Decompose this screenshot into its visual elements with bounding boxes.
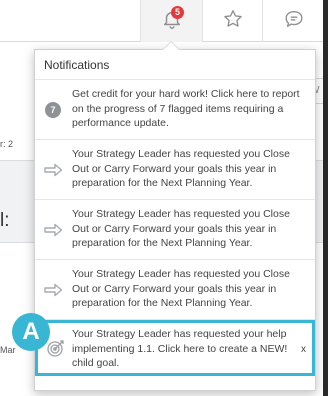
chat-icon — [283, 8, 305, 35]
notifications-button[interactable]: 5 — [140, 0, 202, 42]
notification-text: Your Strategy Leader has requested your … — [72, 328, 288, 369]
callout-marker: A — [12, 313, 50, 351]
notifications-dropdown: Notifications 7 Get credit for your hard… — [34, 49, 316, 391]
background-label-fragment: l: — [0, 210, 10, 231]
dropdown-caret — [163, 42, 179, 50]
notification-text: Your Strategy Leader has requested you C… — [72, 208, 290, 249]
notification-text: Get credit for your hard work! Click her… — [72, 88, 300, 129]
notifications-header: Notifications — [35, 50, 315, 80]
notification-item[interactable]: Your Strategy Leader has requested you C… — [35, 140, 315, 200]
star-icon — [222, 8, 244, 35]
top-toolbar: 5 — [0, 0, 328, 42]
count-badge-icon: 7 — [42, 99, 64, 121]
background-text-fragment: Mar — [0, 345, 16, 355]
arrow-right-icon — [42, 219, 64, 241]
highlighted-notification-item[interactable]: Your Strategy Leader has requested your … — [35, 320, 315, 376]
notification-item[interactable]: 7 Get credit for your hard work! Click h… — [35, 80, 315, 140]
favorites-button[interactable] — [202, 0, 262, 42]
flagged-count-badge: 7 — [45, 101, 61, 118]
messages-button[interactable] — [262, 0, 324, 42]
dismiss-notification-button[interactable]: x — [301, 343, 306, 358]
arrow-right-icon — [42, 159, 64, 181]
notification-item[interactable]: Your Strategy Leader has requested you C… — [35, 200, 315, 260]
arrow-right-icon — [42, 279, 64, 301]
notification-text: Your Strategy Leader has requested you C… — [72, 268, 290, 309]
notification-text: Your Strategy Leader has requested you C… — [72, 148, 290, 189]
notification-item[interactable]: Your Strategy Leader has requested you C… — [35, 260, 315, 320]
background-text-fragment: r: 2 — [0, 139, 14, 149]
window-edge-bar — [323, 0, 328, 396]
notification-count-badge: 5 — [171, 6, 184, 19]
target-icon — [45, 337, 67, 359]
